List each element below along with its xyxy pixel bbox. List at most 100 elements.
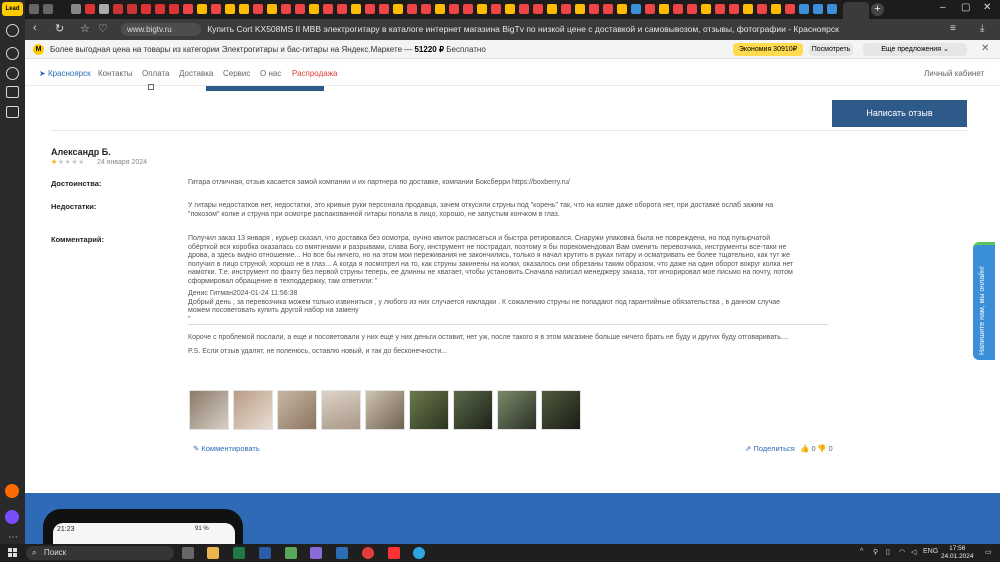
tab-favicon[interactable] [603,4,613,14]
dislike-button[interactable]: 👎 0 [817,444,833,453]
yandex-browser-icon[interactable] [362,547,374,559]
tab-favicon[interactable] [365,4,375,14]
volume-icon[interactable]: ◁ [911,548,916,556]
tab-favicon[interactable] [505,4,515,14]
taskbar-search[interactable]: ⌕ Поиск [26,546,174,560]
explorer-icon[interactable] [207,547,219,559]
economy-badge[interactable]: Экономия 30910₽ [733,43,803,56]
yandex-icon[interactable] [388,547,400,559]
tab-icon[interactable] [148,84,154,90]
lead-logo[interactable]: Lead [2,2,23,16]
bookmarks-icon[interactable] [6,86,19,98]
play-icon[interactable] [6,67,19,80]
tab-favicon[interactable] [477,4,487,14]
tab-favicon[interactable] [113,4,123,14]
tab-favicon[interactable] [785,4,795,14]
tab-favicon[interactable] [169,4,179,14]
write-review-button[interactable]: Написать отзыв [832,100,967,127]
online-chat-tab[interactable]: Напишите нам, мы онлайн! [973,242,995,360]
download-icon[interactable]: ⤓ [980,23,984,34]
tab-favicon[interactable] [729,4,739,14]
minimize-icon[interactable]: – [940,2,946,13]
review-photo[interactable] [541,390,581,430]
tab-favicon[interactable] [29,4,39,14]
tab-favicon[interactable] [449,4,459,14]
tab-favicon[interactable] [85,4,95,14]
tab-favicon[interactable] [645,4,655,14]
tab-favicon[interactable] [407,4,417,14]
orange-app-icon[interactable] [5,484,19,498]
banner-close-icon[interactable]: ✕ [981,43,989,54]
tab-favicon[interactable] [393,4,403,14]
review-photo[interactable] [365,390,405,430]
word-icon[interactable] [259,547,271,559]
tab-favicon[interactable] [253,4,263,14]
excel-icon[interactable] [233,547,245,559]
tab-favicon[interactable] [281,4,291,14]
review-photo[interactable] [189,390,229,430]
review-photo[interactable] [409,390,449,430]
nav-contacts[interactable]: Контакты [98,69,133,78]
telegram-icon[interactable] [413,547,425,559]
tab-favicon[interactable] [99,4,109,14]
maximize-icon[interactable]: ▢ [961,2,970,13]
tab-favicon[interactable] [351,4,361,14]
nav-sale[interactable]: Распродажа [292,69,338,78]
view-button[interactable]: Посмотреть [809,43,853,56]
tab-favicon[interactable] [421,4,431,14]
tab-favicon[interactable] [309,4,319,14]
tab-favicon[interactable] [183,4,193,14]
tab-favicon[interactable] [771,4,781,14]
history-icon[interactable] [6,47,19,60]
nav-delivery[interactable]: Доставка [179,69,213,78]
tab-favicon[interactable] [323,4,333,14]
close-window-icon[interactable]: ✕ [983,2,991,13]
tab-favicon[interactable] [267,4,277,14]
refresh-icon[interactable]: ↻ [55,22,64,35]
more-offers-button[interactable]: Еще предложения ⌄ [863,43,967,56]
tab-favicon[interactable] [519,4,529,14]
more-icon[interactable]: ⋯ [8,532,18,543]
tab-favicon[interactable] [211,4,221,14]
tab-favicon[interactable] [491,4,501,14]
comment-link[interactable]: ✎ Комментировать [193,444,260,453]
tab-favicon[interactable] [127,4,137,14]
tab-favicon[interactable] [589,4,599,14]
account-link[interactable]: Личный кабинет [924,69,984,78]
tab-favicon[interactable] [813,4,823,14]
windows-start-icon[interactable] [8,548,18,558]
tab-favicon[interactable] [575,4,585,14]
active-tab[interactable] [843,2,869,19]
app-icon[interactable] [336,547,348,559]
menu-icon[interactable]: ≡ [950,23,956,34]
clock[interactable]: 17:56 24.01.2024 [941,545,974,561]
active-tab-indicator[interactable] [206,86,324,91]
chat-icon[interactable] [6,24,19,37]
tab-favicon[interactable] [43,4,53,14]
tab-favicon[interactable] [799,4,809,14]
tab-favicon[interactable] [743,4,753,14]
tab-favicon[interactable] [701,4,711,14]
tab-favicon[interactable] [197,4,207,14]
share-link[interactable]: ⇗ Поделиться [745,444,795,453]
tab-favicon[interactable] [547,4,557,14]
usb-icon[interactable]: ▯ [886,548,890,556]
tab-favicon[interactable] [155,4,165,14]
app-icon[interactable] [310,547,322,559]
nav-service[interactable]: Сервис [223,69,250,78]
url-input[interactable]: www.bigtv.ru [121,23,201,36]
tab-favicon[interactable] [71,4,81,14]
tab-favicon[interactable] [827,4,837,14]
share-icon[interactable]: ♡ [98,22,108,35]
tab-favicon[interactable] [225,4,235,14]
tab-favicon[interactable] [617,4,627,14]
tab-favicon[interactable] [715,4,725,14]
tab-favicon[interactable] [463,4,473,14]
tab-favicon[interactable] [435,4,445,14]
nav-payment[interactable]: Оплата [142,69,170,78]
like-button[interactable]: 👍 0 [800,444,816,453]
notes-icon[interactable] [6,106,19,118]
back-icon[interactable]: ‹ [33,22,37,34]
tray-arrow-icon[interactable]: ^ [860,548,863,555]
tab-favicon[interactable] [533,4,543,14]
